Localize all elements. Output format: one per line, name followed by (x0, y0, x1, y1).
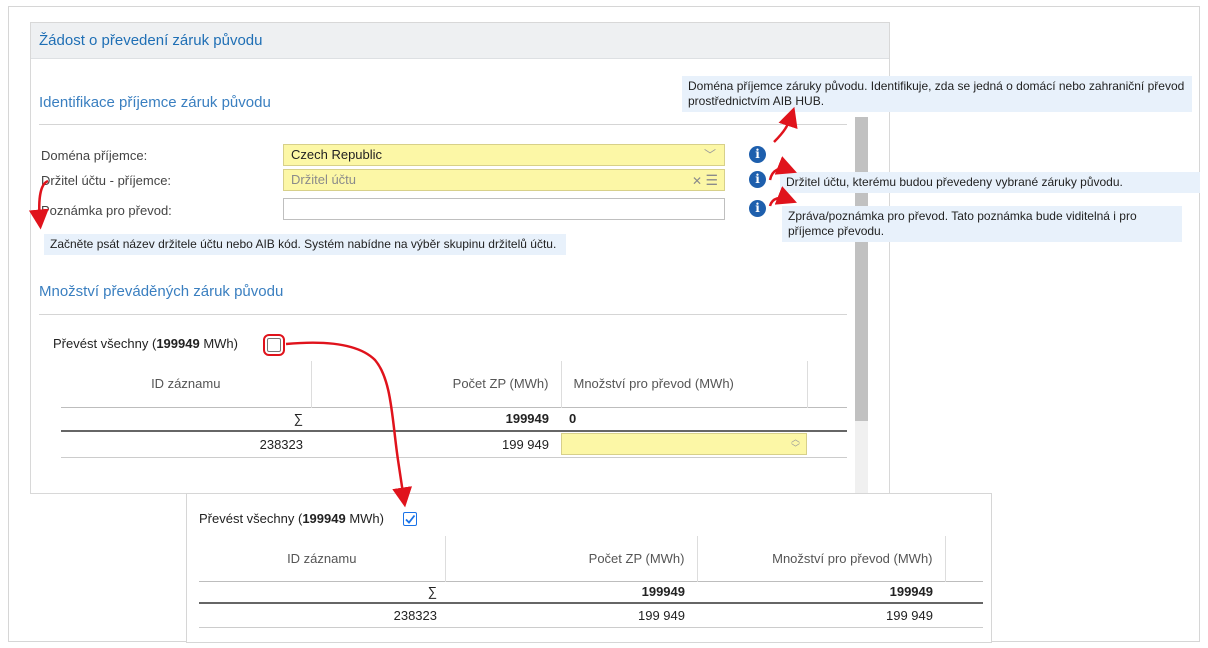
info-icon[interactable]: i (749, 146, 766, 163)
info-icon[interactable]: i (749, 171, 766, 188)
checkmark-icon (405, 514, 416, 524)
note-input[interactable] (283, 198, 725, 220)
sum-transfer: 199949 (889, 584, 933, 600)
sum-count: 199949 (641, 584, 685, 600)
table-row: 238323 199 949 ︿ ﹀ (61, 431, 847, 457)
chevron-down-icon[interactable]: ﹀ (704, 145, 716, 165)
domain-tooltip: Doména příjemce záruky původu. Identifik… (682, 76, 1192, 112)
highlight-circle (263, 334, 285, 356)
sum-row: ∑ 199949 0 (61, 407, 847, 431)
row-id: 238323 (259, 436, 303, 452)
holder-label: Držitel účtu - příjemce: (41, 173, 172, 188)
identification-divider (39, 124, 847, 125)
scrollbar-thumb[interactable] (855, 117, 868, 421)
holder-tooltip: Držitel účtu, kterému budou převedeny vy… (780, 172, 1200, 193)
inset-table-row: 238323 199 949 199 949 (199, 603, 983, 627)
inset-transfer-all-checkbox[interactable] (403, 512, 417, 526)
column-header: Počet ZP (MWh) (311, 361, 562, 407)
column-header: Množství pro převod (MWh) (561, 361, 808, 407)
sum-count: 199949 (505, 411, 549, 427)
info-icon[interactable]: i (749, 200, 766, 217)
column-header: Počet ZP (MWh) (445, 536, 698, 581)
inset-sum-row: ∑ 199949 199949 (199, 581, 983, 603)
note-tooltip: Zpráva/poznámka pro převod. Tato poznámk… (782, 206, 1182, 242)
row-id: 238323 (393, 607, 437, 623)
table-header: ID záznamu Počet ZP (MWh) Množství pro p… (61, 361, 847, 407)
quantity-divider (39, 314, 847, 315)
inset-quantity-table: ID záznamu Počet ZP (MWh) Množství pro p… (199, 536, 983, 628)
note-label: Poznámka pro převod: (41, 203, 172, 218)
holder-placeholder: Držitel účtu (291, 172, 357, 187)
sum-symbol: ∑ (293, 411, 303, 427)
domain-select-value: Czech Republic (291, 147, 383, 162)
column-header: Množství pro převod (MWh) (697, 536, 946, 581)
inset-table-header: ID záznamu Počet ZP (MWh) Množství pro p… (199, 536, 983, 581)
sum-symbol: ∑ (427, 584, 437, 600)
row-count: 199 949 (638, 607, 685, 623)
row-transfer: 199 949 (886, 607, 933, 623)
quantity-table: ID záznamu Počet ZP (MWh) Množství pro p… (61, 361, 847, 458)
spinner-icon[interactable]: ︿ ﹀ (791, 435, 800, 453)
domain-select[interactable]: Czech Republic ﹀ (283, 144, 725, 166)
clear-icon[interactable]: ✕ (692, 174, 702, 188)
sum-transfer: 0 (569, 411, 577, 427)
holder-input[interactable]: Držitel účtu ✕ ☰ (283, 169, 725, 191)
column-header: ID záznamu (61, 361, 312, 407)
after-state-inset: Převést všechny (199949 MWh) ID záznamu … (186, 493, 992, 643)
transfer-amount-input[interactable]: ︿ ﹀ (561, 433, 807, 456)
inset-transfer-all-label: Převést všechny (199949 MWh) (199, 511, 384, 526)
quantity-section-title: Množství převáděných záruk původu (39, 283, 284, 300)
transfer-all-label: Převést všechny (199949 MWh) (53, 336, 238, 351)
column-header: ID záznamu (199, 536, 446, 581)
panel-title: Žádost o převedení záruk původu (31, 23, 889, 59)
list-icon[interactable]: ☰ (705, 172, 718, 188)
domain-label: Doména příjemce: (41, 148, 148, 163)
identification-section-title: Identifikace příjemce záruk původu (39, 94, 271, 111)
typing-tooltip: Začněte psát název držitele účtu nebo AI… (44, 234, 566, 255)
row-count: 199 949 (502, 436, 549, 452)
